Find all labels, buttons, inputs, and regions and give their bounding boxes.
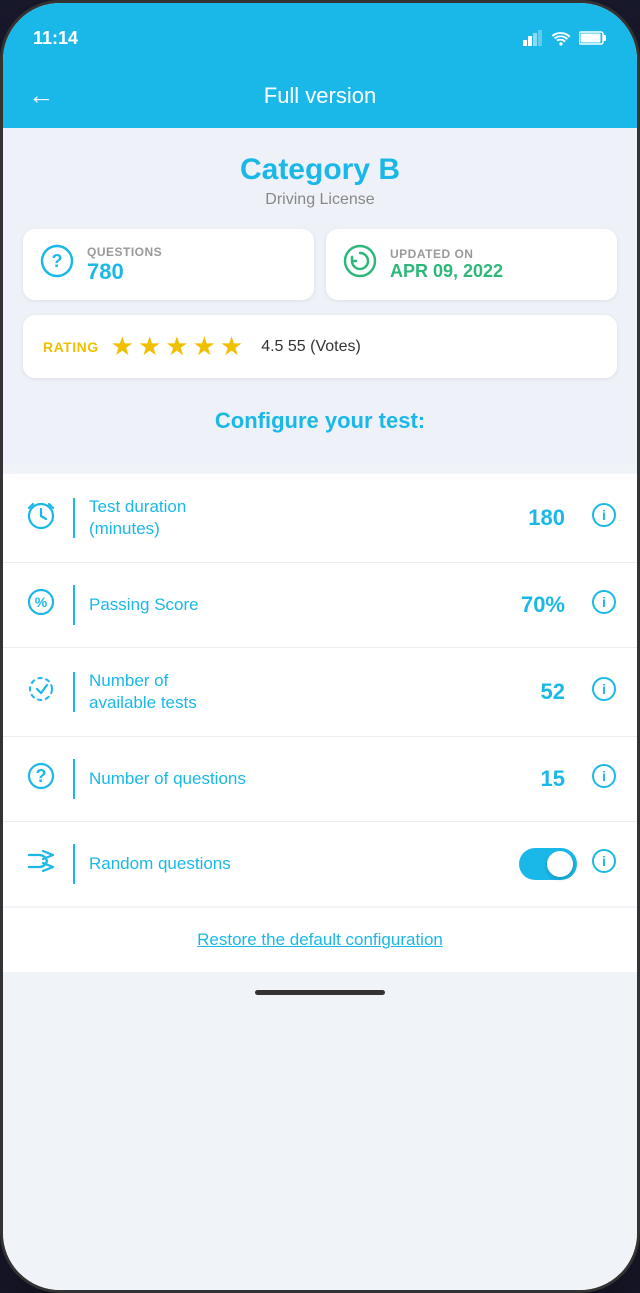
available-tests-value: 52 <box>541 679 565 705</box>
home-bar <box>255 990 385 995</box>
rating-text: 4.5 55 (Votes) <box>261 338 361 356</box>
category-title: Category B <box>23 153 617 187</box>
questions-icon: ? <box>39 243 75 286</box>
star-2: ★ <box>138 331 161 362</box>
divider <box>73 672 75 712</box>
rating-card: RATING ★ ★ ★ ★ ★ 4.5 55 (Votes) <box>23 315 617 378</box>
svg-text:%: % <box>35 594 48 610</box>
num-questions-info-icon[interactable]: i <box>591 763 617 795</box>
back-button[interactable]: ← <box>28 80 54 111</box>
restore-link[interactable]: Restore the default configuration <box>197 930 443 949</box>
rating-votes: 55 (Votes) <box>288 338 361 355</box>
updated-label: UPDATED ON <box>390 247 503 261</box>
available-tests-label: Number ofavailable tests <box>89 670 527 714</box>
num-questions-label: Number of questions <box>89 768 527 790</box>
passing-score-info-icon[interactable]: i <box>591 589 617 621</box>
percent-icon: % <box>23 586 59 625</box>
app-header: ← Full version <box>3 63 637 128</box>
star-3: ★ <box>165 331 188 362</box>
setting-item-random-questions[interactable]: Random questions i <box>3 822 637 906</box>
status-bar: 11:14 <box>3 3 637 63</box>
test-duration-label: Test duration(minutes) <box>89 496 514 540</box>
status-time: 11:14 <box>33 28 78 49</box>
passing-score-label: Passing Score <box>89 594 507 616</box>
svg-text:?: ? <box>36 766 47 786</box>
random-questions-toggle[interactable] <box>519 848 577 880</box>
questions-card: ? QUESTIONS 780 <box>23 229 314 300</box>
updated-card: UPDATED ON APR 09, 2022 <box>326 229 617 300</box>
divider <box>73 585 75 625</box>
updated-info: UPDATED ON APR 09, 2022 <box>390 247 503 282</box>
status-icons <box>523 30 607 46</box>
stats-row: ? QUESTIONS 780 <box>23 229 617 300</box>
questions-info: QUESTIONS 780 <box>87 245 162 285</box>
phone-frame: 11:14 ← Full version <box>0 0 640 1293</box>
updated-value: APR 09, 2022 <box>390 261 503 282</box>
divider <box>73 498 75 538</box>
num-questions-value: 15 <box>541 766 565 792</box>
main-content: Category B Driving License ? QUESTIONS 7… <box>3 128 637 1293</box>
divider <box>73 844 75 884</box>
passing-score-value: 70% <box>521 592 565 618</box>
toggle-knob <box>547 851 573 877</box>
svg-text:i: i <box>602 853 606 869</box>
star-1: ★ <box>111 331 134 362</box>
tests-icon <box>23 673 59 712</box>
test-duration-info-icon[interactable]: i <box>591 502 617 534</box>
alarm-icon <box>23 499 59 538</box>
divider <box>73 759 75 799</box>
setting-item-passing-score[interactable]: % Passing Score 70% i <box>3 563 637 648</box>
svg-text:i: i <box>602 681 606 697</box>
svg-text:i: i <box>602 594 606 610</box>
star-5: ★ <box>220 331 243 362</box>
stars: ★ ★ ★ ★ ★ <box>111 331 244 362</box>
svg-text:i: i <box>602 768 606 784</box>
setting-item-num-questions[interactable]: ? Number of questions 15 i <box>3 737 637 822</box>
header-title: Full version <box>264 83 376 109</box>
home-indicator <box>3 972 637 1012</box>
questions-label: QUESTIONS <box>87 245 162 259</box>
random-questions-label: Random questions <box>89 853 505 875</box>
svg-text:?: ? <box>52 251 63 271</box>
settings-list: Test duration(minutes) 180 i % <box>3 474 637 906</box>
battery-icon <box>579 30 607 46</box>
configure-title: Configure your test: <box>23 383 617 444</box>
wifi-icon <box>551 30 571 46</box>
svg-text:i: i <box>602 507 606 523</box>
toggle-container <box>519 848 577 880</box>
top-section: Category B Driving License ? QUESTIONS 7… <box>3 128 637 464</box>
restore-section: Restore the default configuration <box>3 908 637 972</box>
random-questions-info-icon[interactable]: i <box>591 848 617 880</box>
updated-icon <box>342 243 378 286</box>
available-tests-info-icon[interactable]: i <box>591 676 617 708</box>
star-4: ★ <box>193 331 216 362</box>
rating-label: RATING <box>43 339 99 355</box>
shuffle-icon <box>23 845 59 884</box>
signal-icon <box>523 30 543 46</box>
rating-score: 4.5 <box>261 338 283 355</box>
questions-value: 780 <box>87 259 162 285</box>
test-duration-value: 180 <box>528 505 565 531</box>
question-icon: ? <box>23 760 59 799</box>
setting-item-available-tests[interactable]: Number ofavailable tests 52 i <box>3 648 637 737</box>
setting-item-test-duration[interactable]: Test duration(minutes) 180 i <box>3 474 637 563</box>
category-subtitle: Driving License <box>23 191 617 209</box>
